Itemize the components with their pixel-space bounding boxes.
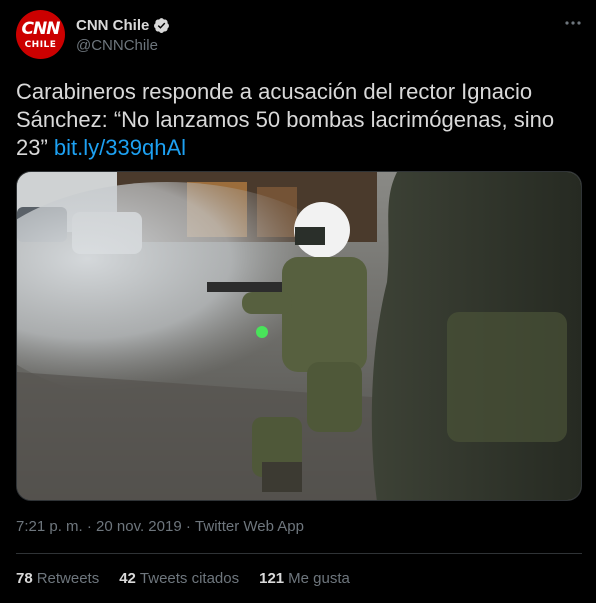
display-name[interactable]: CNN Chile xyxy=(76,17,149,34)
tweet-header: CNN CHILE CNN Chile @CNNChile xyxy=(16,10,582,62)
three-dots-icon xyxy=(565,21,581,25)
tweet-date[interactable]: 20 nov. 2019 xyxy=(96,518,182,535)
retweets-label: Retweets xyxy=(36,570,100,587)
avatar-logo-text: CNN xyxy=(21,19,61,39)
tweet-text-line: Carabineros responde a acusación del rec… xyxy=(16,79,533,104)
tweet-text-line: Sánchez: “No lanzamos 50 bombas lacrimóg… xyxy=(16,107,555,132)
tweet-stats: 78 Retweets 42 Tweets citados 121 Me gus… xyxy=(16,570,370,587)
likes-label: Me gusta xyxy=(288,570,350,587)
divider xyxy=(16,553,582,554)
tweet-meta: 7:21 p. m. · 20 nov. 2019 · Twitter Web … xyxy=(16,518,304,535)
quote-tweets-label: Tweets citados xyxy=(139,570,240,587)
verified-badge-icon xyxy=(154,17,170,33)
tweet-time[interactable]: 7:21 p. m. xyxy=(16,518,83,535)
quote-tweets-count: 42 xyxy=(119,570,136,587)
tweet-card: CNN CHILE CNN Chile @CNNChile Carabinero… xyxy=(0,0,596,603)
tweet-text: Carabineros responde a acusación del rec… xyxy=(16,78,576,162)
tweet-source[interactable]: Twitter Web App xyxy=(195,518,304,535)
likes-stat[interactable]: 121 Me gusta xyxy=(259,570,350,587)
tweet-media-photo[interactable] xyxy=(16,171,582,501)
avatar[interactable]: CNN CHILE xyxy=(16,10,65,59)
retweets-stat[interactable]: 78 Retweets xyxy=(16,570,99,587)
retweets-count: 78 xyxy=(16,570,33,587)
quote-tweets-stat[interactable]: 42 Tweets citados xyxy=(119,570,239,587)
tweet-link[interactable]: bit.ly/339qhAl xyxy=(54,135,186,160)
meta-separator: · xyxy=(181,518,196,535)
name-row: CNN Chile xyxy=(76,15,170,35)
likes-count: 121 xyxy=(259,570,285,587)
more-options-button[interactable] xyxy=(562,12,584,34)
avatar-logo-subtext: CHILE xyxy=(24,40,57,50)
meta-separator: · xyxy=(82,518,97,535)
tweet-text-line: 23” bit.ly/339qhAl xyxy=(16,134,576,162)
tweet-text-fragment: 23” xyxy=(16,135,54,160)
photo-illustration xyxy=(17,172,581,500)
handle[interactable]: @CNNChile xyxy=(76,37,158,54)
